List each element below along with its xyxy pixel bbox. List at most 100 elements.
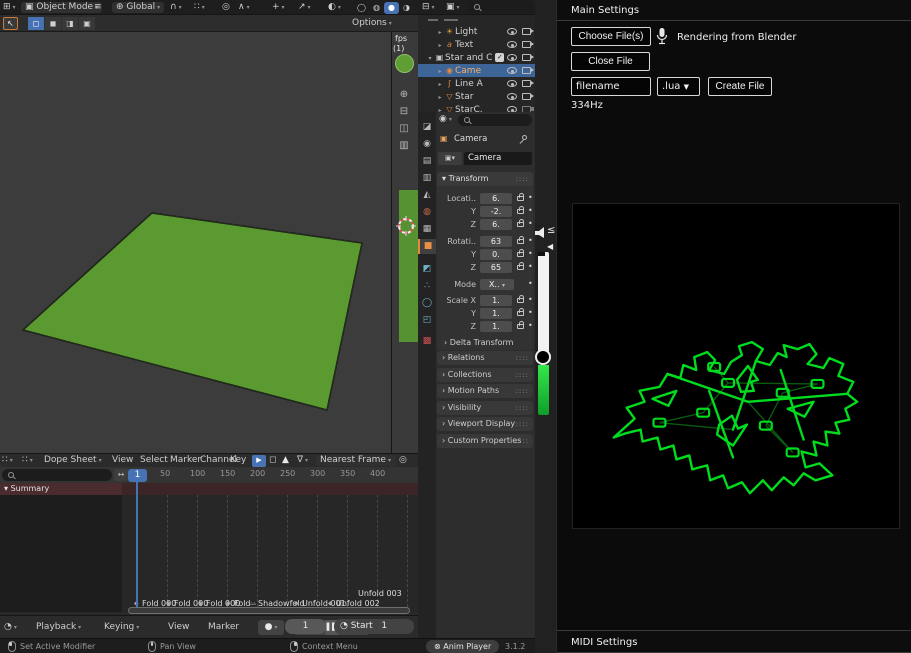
hide-in-viewport-icon[interactable] [507, 67, 517, 74]
outliner-item-label[interactable]: Text [455, 40, 473, 50]
marker-diamond-icon[interactable]: ◆ [166, 600, 171, 607]
transform-value-field[interactable]: 65 [480, 262, 512, 273]
dope-editor-type-icon[interactable]: ∷▾ [2, 455, 13, 466]
transform-value-field[interactable]: 1. [480, 295, 512, 306]
transform-value-field[interactable]: 1. [480, 321, 512, 332]
transform-value-field[interactable]: 0. [480, 249, 512, 260]
start-frame-field[interactable]: ◔ Start 1 [334, 619, 414, 634]
section-custom-properties[interactable]: › Custom Properties:::: [437, 434, 533, 448]
disable-in-renders-icon[interactable] [522, 41, 531, 48]
disable-in-renders-icon[interactable] [522, 93, 531, 100]
speaker-icon[interactable] [534, 227, 547, 239]
timeline-menu-view[interactable]: View [168, 621, 189, 634]
transform-value-field[interactable]: 1. [480, 308, 512, 319]
animate-dot-icon[interactable]: • [528, 262, 533, 271]
falloff-curve-icon[interactable]: ∧▾ [238, 2, 250, 13]
lock-icon[interactable] [517, 196, 524, 201]
marker-diamond-icon[interactable]: ◆ [226, 600, 231, 607]
outliner-row[interactable]: ▸▽StarC. [418, 103, 535, 112]
outliner-item-label[interactable]: Light [455, 27, 477, 37]
outliner-row[interactable]: ▸▽Star [418, 90, 535, 103]
viewport-strip[interactable]: fps (1) ⊕ ⊟ ◫ ▥ [392, 32, 418, 453]
options-dropdown[interactable]: Options▾ [352, 18, 392, 29]
anim-player-badge[interactable]: ⊗ Anim Player [426, 640, 499, 653]
disable-in-renders-icon[interactable] [522, 54, 531, 61]
lock-icon[interactable] [517, 222, 524, 227]
close-file-button[interactable]: Close File [571, 52, 650, 71]
timeline-editor-icon[interactable]: ◔▾ [4, 621, 17, 634]
microphone-icon[interactable] [655, 27, 669, 46]
outliner-item-label[interactable]: Line A [455, 79, 483, 89]
dope-ruler[interactable]: ↔ 50100150200250300350400 [0, 467, 418, 483]
animate-dot-icon[interactable]: • [528, 193, 533, 202]
create-file-button[interactable]: Create File [708, 77, 772, 96]
dope-channel-region[interactable] [0, 495, 122, 612]
hide-in-viewport-icon[interactable] [507, 80, 517, 87]
animate-dot-icon[interactable]: • [528, 308, 533, 317]
section-collections[interactable]: › Collections:::: [437, 368, 533, 382]
zoom-icon[interactable]: ⊕ [397, 88, 411, 102]
main-settings-header[interactable]: Main Settings [557, 0, 911, 21]
select-mode-tweak-button[interactable]: ◻ [28, 17, 44, 30]
gizmo-icon[interactable]: +▾ [272, 2, 285, 13]
disable-in-renders-icon[interactable] [522, 67, 531, 74]
only-selected-icon[interactable]: ▶ [252, 455, 266, 467]
timeline-menu-marker[interactable]: Marker [208, 621, 239, 634]
outliner-filter-icon[interactable]: ▣▾ [446, 2, 460, 13]
rotation-mode-select[interactable]: X.. ▾ [480, 279, 514, 290]
transform-value-field[interactable]: 6. [480, 219, 512, 230]
outliner-row[interactable]: ▸◉Came [418, 64, 535, 77]
animate-dot-icon[interactable]: • [528, 206, 533, 215]
lock-icon[interactable] [517, 311, 524, 316]
outliner-row[interactable]: ▸☀Light [418, 25, 535, 38]
outliner-display-mode-icon[interactable]: ⊟▾ [422, 2, 435, 13]
lock-icon[interactable] [517, 265, 524, 270]
section-motion-paths[interactable]: › Motion Paths:::: [437, 384, 533, 398]
outliner-item-label[interactable]: Came [455, 66, 481, 76]
shading-solid-button[interactable]: ◍ [369, 2, 384, 14]
midi-settings-header[interactable]: MIDI Settings [557, 630, 911, 653]
marker-diamond-icon[interactable]: ▵▵ [250, 600, 256, 607]
filter-funnel-icon[interactable]: ∇▾ [297, 455, 308, 466]
transform-value-field[interactable]: -2. [480, 206, 512, 217]
checkbox-icon[interactable]: ✓ [495, 53, 504, 62]
timeline-menu-keying[interactable]: Keying▾ [104, 621, 139, 634]
section-relations[interactable]: › Relations:::: [437, 351, 533, 365]
snap-mode-dropdown[interactable]: Nearest Frame▾ [316, 455, 396, 466]
transform-value-field[interactable]: 6. [480, 193, 512, 204]
snap-magnet-icon[interactable]: ∩▾ [170, 2, 182, 13]
section-viewport-display[interactable]: › Viewport Display:::: [437, 417, 533, 431]
frame-number-field[interactable]: 1 [285, 619, 326, 634]
frame-range-icon[interactable]: ↔ [114, 469, 128, 481]
lock-icon[interactable] [517, 298, 524, 303]
dope-editor-dropdown[interactable]: Dope Sheet▾ [44, 455, 102, 466]
dope-menu-view[interactable]: View [112, 455, 133, 466]
transform-value-field[interactable]: 63 [480, 236, 512, 247]
lock-icon[interactable] [517, 324, 524, 329]
outliner-row[interactable]: ▸aText [418, 38, 535, 51]
marker-diamond-icon[interactable]: ◆ [198, 600, 203, 607]
marker-label[interactable]: Unfold 003 [358, 589, 402, 598]
dope-menu-marker[interactable]: Marker [170, 455, 201, 466]
animate-dot-icon[interactable]: • [528, 219, 533, 228]
dope-mode-icon[interactable]: ∷▾ [22, 455, 33, 466]
viewport-3d[interactable] [0, 32, 391, 453]
record-button[interactable]: ●▾ [258, 620, 284, 635]
expand-caret-icon[interactable]: ▸ [436, 104, 444, 112]
proportional-icon[interactable]: ◎ [399, 455, 407, 466]
dope-menu-select[interactable]: Select [140, 455, 168, 466]
delta-transform-toggle[interactable]: › Delta Transform [444, 338, 513, 347]
pivot-point-icon[interactable]: ∷▾ [194, 2, 205, 13]
playhead[interactable] [136, 482, 138, 610]
select-mode-lasso-button[interactable]: ▣ [79, 17, 95, 30]
axis-gizmo-sphere[interactable] [395, 54, 414, 73]
proportional-editing-icon[interactable]: ◎ [222, 2, 230, 13]
warning-icon[interactable]: ▲ [282, 455, 289, 466]
timeline-menu-playback[interactable]: Playback▾ [36, 621, 81, 634]
current-frame-badge[interactable]: 1 [128, 469, 147, 482]
filename-input[interactable] [571, 77, 651, 96]
lock-icon[interactable] [517, 209, 524, 214]
outliner-search-input[interactable] [468, 1, 534, 13]
disable-in-renders-icon[interactable] [522, 28, 531, 35]
outliner-item-label[interactable]: Star and C [445, 53, 492, 63]
